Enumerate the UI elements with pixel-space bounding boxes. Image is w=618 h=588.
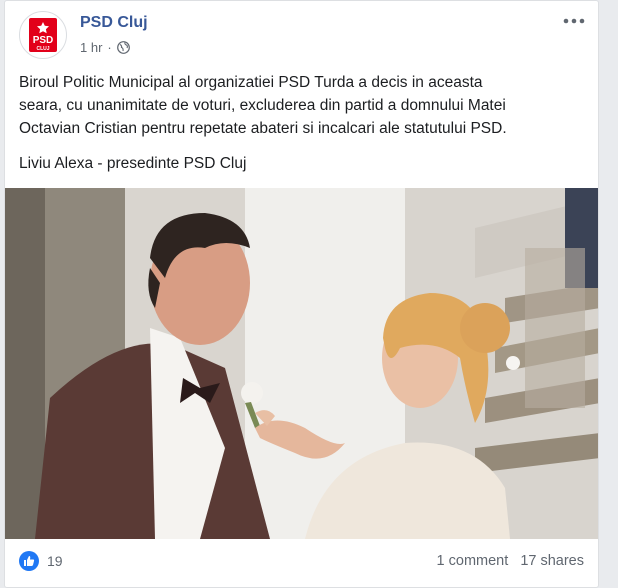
post-body: Biroul Politic Municipal al organizatiei…	[19, 71, 589, 140]
thumbs-up-icon	[19, 551, 39, 571]
logo-subtext: CLUJ	[36, 46, 49, 52]
meta-separator: ·	[107, 40, 112, 55]
psd-logo-icon: PSD CLUJ	[29, 18, 57, 52]
post-body-line: Octavian Cristian pentru repetate abater…	[19, 120, 507, 137]
post-body-line: Biroul Politic Municipal al organizatiei…	[19, 74, 483, 91]
reaction-count: 19	[47, 553, 63, 569]
post-footer: 19 1 comment 17 shares	[5, 539, 598, 587]
reactions-summary[interactable]: 19	[19, 551, 63, 571]
page-avatar[interactable]: PSD CLUJ	[19, 11, 67, 59]
more-options-button[interactable]	[560, 11, 588, 31]
post-card: PSD CLUJ PSD Cluj 1 hr · Biroul Politic …	[4, 0, 599, 588]
post-meta: 1 hr ·	[80, 40, 130, 55]
post-signature: Liviu Alexa - presedinte PSD Cluj	[19, 155, 247, 172]
post-photo[interactable]	[5, 188, 598, 539]
post-header: PSD CLUJ PSD Cluj 1 hr ·	[5, 1, 598, 61]
comments-count-link[interactable]: 1 comment	[437, 553, 509, 569]
page-name-link[interactable]: PSD Cluj	[80, 14, 148, 32]
post-timestamp[interactable]: 1 hr	[80, 40, 102, 55]
globe-icon[interactable]	[116, 41, 130, 54]
ellipsis-icon	[563, 18, 585, 24]
shares-count-link[interactable]: 17 shares	[520, 553, 584, 569]
post-stats: 1 comment 17 shares	[437, 553, 584, 569]
photo-image	[5, 188, 598, 539]
logo-text: PSD	[33, 35, 54, 46]
post-body-line: seara, cu unanimitate de voturi, exclude…	[19, 97, 506, 114]
